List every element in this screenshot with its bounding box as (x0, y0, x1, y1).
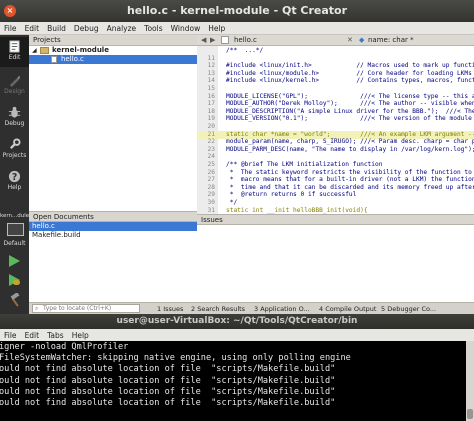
code-editor[interactable]: /** ...*/11 12 #include <linux/init.h> // … (197, 46, 474, 214)
menu-help[interactable]: Help (204, 22, 229, 35)
editor-toolbar: ◀ ▶ hello.c ✕ ◆ name: char * (197, 35, 474, 46)
output-tab-search-results[interactable]: 2 Search Results (191, 304, 245, 314)
wrench-icon (9, 138, 21, 150)
mode-help[interactable]: ? Help (0, 167, 29, 197)
qt-window-titlebar[interactable]: × hello.c - kernel-module - Qt Creator (0, 0, 474, 22)
output-tab-issues[interactable]: 1 Issues (157, 304, 183, 314)
output-tab-compile-output[interactable]: 4 Compile Output (319, 304, 376, 314)
mode-label: Debug (4, 120, 25, 127)
issues-pane-header[interactable]: Issues (197, 214, 474, 225)
window-title: hello.c - kernel-module - Qt Creator (126, 4, 348, 17)
debug-bug-icon (13, 280, 20, 285)
svg-text:?: ? (12, 172, 17, 183)
search-icon: ⌕ (35, 305, 39, 312)
mode-design[interactable]: Design (0, 71, 29, 101)
mode-debug[interactable]: Debug (0, 103, 29, 133)
back-icon[interactable]: ◀ (201, 36, 206, 44)
help-icon: ? (8, 170, 21, 183)
terminal-line: ould not find absolute location of file … (0, 364, 336, 375)
monitor-icon[interactable] (7, 223, 24, 236)
kit-config-label: Default (3, 240, 26, 247)
terminal-line: ould not find absolute location of file … (0, 386, 336, 397)
terminal-line: igner -noload QmlProfiler (0, 342, 129, 352)
qt-menubar: File Edit Build Debug Analyze Tools Window Help (0, 22, 474, 35)
terminal-line: FileSystemWatcher: skipping native engin… (0, 353, 351, 364)
terminal-output[interactable]: igner -noload QmlProfiler FileSystemWatch… (0, 341, 466, 421)
terminal-line: ould not find absolute location of file … (0, 375, 336, 386)
c-file-icon (221, 36, 229, 44)
collapse-arrow-icon[interactable]: ◢ (32, 46, 37, 55)
projects-pane-header[interactable]: Projects (29, 35, 197, 46)
tree-item-label: hello.c (61, 55, 84, 63)
close-icon[interactable]: ✕ (347, 36, 353, 44)
tree-item-project[interactable]: ◢ kernel-module (29, 46, 197, 55)
issues-header-label: Issues (201, 216, 223, 224)
mode-label: Design (4, 88, 25, 95)
open-documents-header[interactable]: Open Documents (29, 211, 197, 222)
terminal-menubar: File Edit Tabs Help (0, 329, 474, 341)
locator-input[interactable]: ⌕ Type to locate (Ctrl+K) (32, 304, 140, 313)
folder-icon (40, 47, 49, 54)
menu-tools[interactable]: Tools (140, 22, 166, 35)
open-documents-list: hello.c Makefile.build (29, 222, 197, 302)
projects-header-label: Projects (33, 36, 61, 44)
close-icon[interactable]: × (4, 5, 16, 17)
status-bar: ⌕ Type to locate (Ctrl+K) 1 Issues 2 Sea… (29, 302, 474, 314)
file-tab-label[interactable]: hello.c (234, 35, 257, 46)
mode-edit[interactable]: Edit (0, 37, 29, 67)
open-document-item[interactable]: Makefile.build (29, 231, 197, 240)
terminal-titlebar[interactable]: user@user-VirtualBox: ~/Qt/Tools/QtCreat… (0, 314, 474, 329)
c-file-icon (51, 56, 57, 63)
mode-selector: Edit Design Debug Projects ? Help kern..… (0, 35, 29, 314)
menu-edit[interactable]: Edit (21, 22, 44, 35)
kit-name: kern...dule (0, 213, 29, 219)
output-tab-application-output[interactable]: 3 Application O... (254, 304, 310, 314)
mode-label: Edit (8, 54, 21, 61)
terminal-title: user@user-VirtualBox: ~/Qt/Tools/QtCreat… (116, 316, 358, 326)
open-document-item[interactable]: hello.c (29, 222, 197, 231)
symbol-selector[interactable]: name: char * (368, 35, 414, 46)
menu-debug[interactable]: Debug (70, 22, 103, 35)
mode-label: Projects (2, 152, 27, 159)
menu-file[interactable]: File (0, 22, 21, 35)
symbol-icon: ◆ (359, 36, 365, 44)
mode-projects[interactable]: Projects (0, 135, 29, 165)
issues-list (197, 225, 474, 302)
tree-item-label: kernel-module (52, 46, 109, 54)
design-mode-icon (9, 75, 21, 87)
terminal-line: ould not find absolute location of file … (0, 398, 336, 408)
terminal-scrollbar[interactable] (466, 341, 474, 421)
code-text: static int __init helloBBB_init(void){ (226, 206, 368, 214)
forward-icon[interactable]: ▶ (210, 36, 215, 44)
menu-analyze[interactable]: Analyze (103, 22, 141, 35)
line-number: 31 (207, 206, 215, 214)
tree-item-file[interactable]: hello.c (29, 55, 197, 64)
open-documents-header-label: Open Documents (33, 213, 94, 221)
project-tree: ◢ kernel-module hello.c (29, 46, 197, 211)
menu-window[interactable]: Window (167, 22, 205, 35)
output-tab-debugger-console[interactable]: 5 Debugger Co... (381, 304, 436, 314)
locator-placeholder: Type to locate (Ctrl+K) (43, 305, 112, 312)
run-icon[interactable] (9, 255, 20, 267)
code-line[interactable]: 31 static int __init helloBBB_init(void){ (197, 207, 474, 214)
scrollbar-thumb[interactable] (467, 409, 473, 419)
edit-mode-icon (9, 40, 20, 53)
hammer-icon[interactable] (8, 293, 22, 307)
bug-icon (8, 106, 21, 118)
menu-build[interactable]: Build (43, 22, 70, 35)
mode-label: Help (7, 184, 22, 191)
